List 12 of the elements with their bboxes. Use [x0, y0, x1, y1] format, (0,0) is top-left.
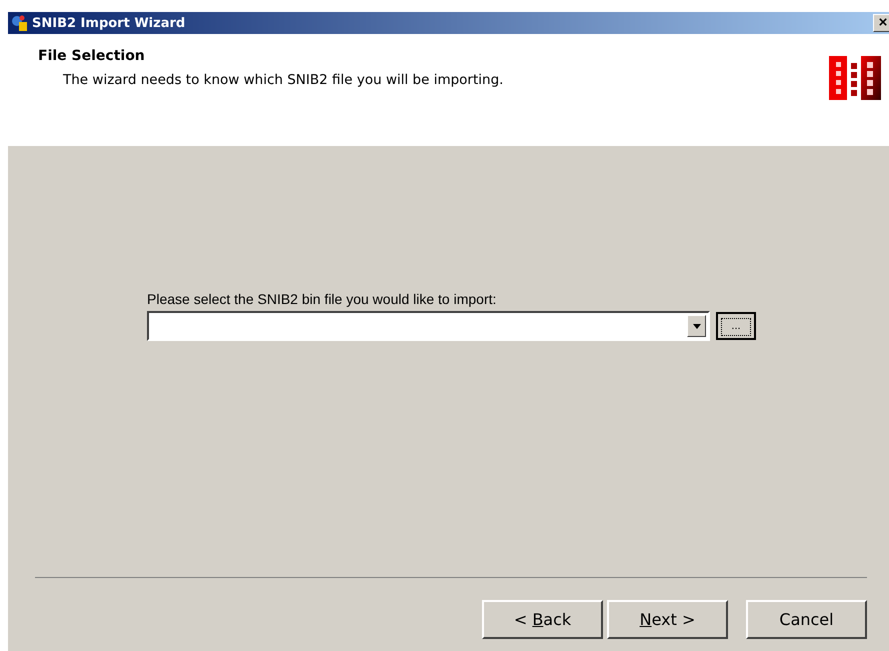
back-button[interactable]: < Back: [482, 600, 603, 639]
next-button[interactable]: Next >: [607, 600, 728, 639]
file-label: Please select the SNIB2 bin file you would like to import:: [147, 291, 498, 307]
cancel-button[interactable]: Cancel: [746, 600, 867, 639]
close-button[interactable]: ×: [873, 14, 889, 32]
file-combo-box[interactable]: [147, 311, 710, 341]
app-icon: [10, 14, 28, 32]
browse-button[interactable]: ...: [716, 312, 756, 340]
page-subtitle: The wizard needs to know which SNIB2 file you will be importing.: [62, 72, 504, 88]
page-title: File Selection: [38, 48, 146, 64]
building-icon: [829, 56, 881, 100]
window-title: SNIB2 Import Wizard: [32, 16, 186, 30]
